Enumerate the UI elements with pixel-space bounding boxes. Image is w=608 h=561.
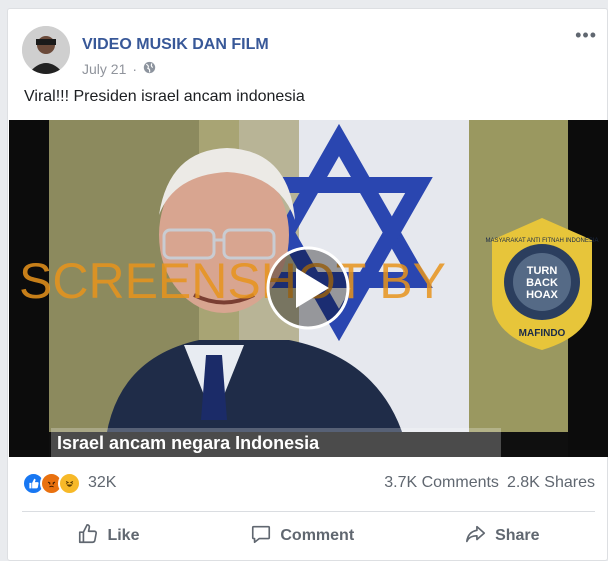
like-button[interactable]: Like	[77, 523, 139, 550]
badge-center-line-1: TURN	[527, 265, 558, 277]
action-bar: Like Comment Share	[22, 517, 595, 555]
comment-label: Comment	[280, 527, 355, 544]
play-icon[interactable]	[266, 246, 350, 330]
share-button[interactable]: Share	[465, 523, 540, 550]
share-arrow-icon	[465, 523, 487, 550]
more-options-button[interactable]: •••	[575, 25, 597, 46]
haha-reaction-icon	[58, 471, 81, 495]
watermark-text: SCREENSHOT BY	[19, 253, 446, 309]
comment-button[interactable]: Comment	[250, 523, 354, 550]
reactions-summary[interactable]: 32K	[22, 471, 116, 495]
comments-count[interactable]: 3.7K Comments	[384, 474, 499, 492]
comment-icon	[250, 523, 272, 550]
shares-count[interactable]: 2.8K Shares	[507, 474, 595, 492]
video-player[interactable]: Israel ancam negara Indonesia SCREENSHOT…	[9, 120, 608, 457]
post-card: VIDEO MUSIK DAN FILM July 21 · ••• Viral…	[7, 8, 608, 561]
video-caption: Israel ancam negara Indonesia	[57, 433, 320, 453]
thumbs-up-icon	[77, 523, 99, 550]
post-meta: July 21 ·	[82, 61, 156, 77]
post-stats: 32K 3.7K Comments 2.8K Shares	[22, 469, 595, 497]
meta-separator: ·	[132, 61, 138, 77]
badge-center-line-3: HOAX	[526, 289, 558, 301]
page-avatar[interactable]	[22, 26, 70, 74]
badge-ring-bottom: MAFINDO	[519, 328, 566, 339]
post-date[interactable]: July 21	[82, 61, 126, 77]
badge-center-line-2: BACK	[526, 277, 558, 289]
reaction-count[interactable]: 32K	[88, 474, 116, 492]
avatar-image	[22, 26, 70, 74]
page-name-link[interactable]: VIDEO MUSIK DAN FILM	[82, 36, 269, 54]
like-label: Like	[107, 527, 140, 544]
badge-ring-top: MASYARAKAT ANTI FITNAH INDONESIA	[485, 238, 598, 244]
post-text: Viral!!! Presiden israel ancam indonesia	[24, 88, 305, 105]
action-divider	[22, 511, 595, 512]
share-label: Share	[495, 527, 540, 544]
globe-icon	[143, 61, 156, 77]
engagement-counts: 3.7K Comments 2.8K Shares	[384, 474, 595, 492]
